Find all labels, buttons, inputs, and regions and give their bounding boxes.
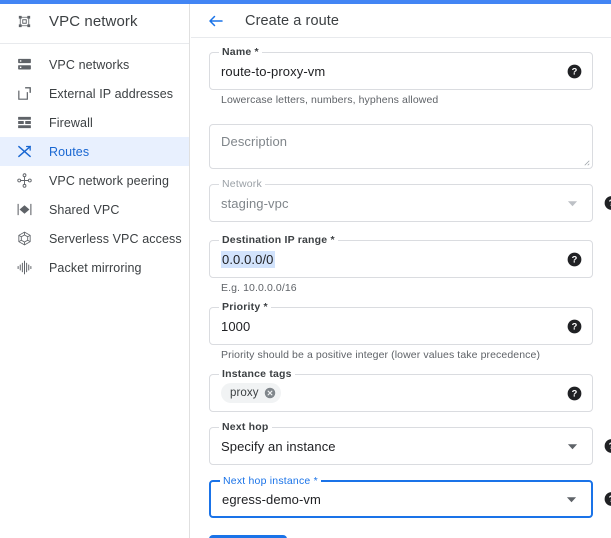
sidebar-item-label: VPC network peering (49, 174, 169, 188)
chevron-down-icon[interactable] (566, 494, 577, 505)
sidebar: VPC network VPC networks (0, 4, 190, 538)
routes-icon (16, 143, 33, 160)
main-panel: Create a route Name * route-to-proxy-vm … (191, 4, 611, 538)
priority-value: 1000 (221, 319, 567, 334)
name-value: route-to-proxy-vm (221, 64, 567, 79)
chevron-down-icon[interactable] (567, 441, 578, 452)
instance-tags-field-group: Instance tags proxy ? (209, 374, 593, 412)
peering-icon (16, 172, 33, 189)
destination-ip-range-input[interactable]: Destination IP range * 0.0.0.0/0 ? (209, 240, 593, 278)
sidebar-item-label: Firewall (49, 116, 93, 130)
packet-mirroring-icon (16, 259, 33, 276)
network-value: staging-vpc (221, 196, 567, 211)
sidebar-item-label: Routes (49, 145, 89, 159)
sidebar-item-vpc-networks[interactable]: VPC networks (0, 50, 189, 79)
page-title: Create a route (245, 13, 339, 29)
destination-ip-range-field-group: Destination IP range * 0.0.0.0/0 ? E.g. … (209, 240, 593, 294)
network-select[interactable]: Network staging-vpc (209, 184, 593, 222)
app-root: VPC network VPC networks (0, 0, 611, 538)
external-ip-icon (16, 85, 33, 102)
create-route-form: Name * route-to-proxy-vm ? Lowercase let… (191, 38, 611, 538)
next-hop-instance-select[interactable]: Next hop instance * egress-demo-vm (209, 480, 593, 518)
help-icon[interactable]: ? (567, 386, 582, 401)
sidebar-item-external-ip-addresses[interactable]: External IP addresses (0, 79, 189, 108)
main-header: Create a route (191, 4, 611, 38)
priority-input[interactable]: Priority * 1000 ? (209, 307, 593, 345)
description-placeholder: Description (221, 134, 592, 149)
next-hop-value: Specify an instance (221, 439, 567, 454)
vpc-networks-icon (16, 56, 33, 73)
close-icon[interactable] (264, 387, 276, 399)
sidebar-item-packet-mirroring[interactable]: Packet mirroring (0, 253, 189, 282)
next-hop-instance-value: egress-demo-vm (222, 492, 566, 507)
name-hint: Lowercase letters, numbers, hyphens allo… (221, 94, 593, 106)
help-icon[interactable]: ? (567, 252, 582, 267)
svg-text:?: ? (572, 388, 578, 398)
sidebar-item-label: Shared VPC (49, 203, 119, 217)
chip-label: proxy (230, 387, 259, 399)
spacer (209, 106, 593, 124)
sidebar-divider (0, 43, 189, 44)
sidebar-item-label: External IP addresses (49, 87, 173, 101)
next-hop-select[interactable]: Next hop Specify an instance (209, 427, 593, 465)
sidebar-nav-list: VPC networks External IP addresses (0, 50, 189, 282)
priority-label: Priority * (219, 301, 271, 313)
next-hop-instance-label: Next hop instance * (220, 475, 321, 487)
name-label: Name * (219, 46, 262, 58)
firewall-icon (16, 114, 33, 131)
sidebar-item-routes[interactable]: Routes (0, 137, 189, 166)
network-label: Network (219, 178, 265, 190)
network-field-group: Network staging-vpc ? (209, 184, 593, 222)
next-hop-label: Next hop (219, 421, 272, 433)
sidebar-item-firewall[interactable]: Firewall (0, 108, 189, 137)
spacer (209, 169, 593, 184)
help-icon[interactable]: ? (567, 64, 582, 79)
vpc-network-icon (16, 13, 33, 30)
sidebar-item-label: VPC networks (49, 58, 129, 72)
resize-grip-icon[interactable] (581, 157, 590, 166)
help-icon[interactable]: ? (604, 439, 611, 454)
sidebar-item-label: Serverless VPC access (49, 232, 182, 246)
next-hop-instance-field-group: Next hop instance * egress-demo-vm ? (209, 480, 593, 518)
sidebar-item-serverless-vpc-access[interactable]: Serverless VPC access (0, 224, 189, 253)
destination-ip-range-hint: E.g. 10.0.0.0/16 (221, 282, 593, 294)
sidebar-item-vpc-network-peering[interactable]: VPC network peering (0, 166, 189, 195)
priority-hint: Priority should be a positive integer (l… (221, 349, 593, 361)
description-textarea[interactable]: Description (209, 124, 593, 169)
sidebar-item-shared-vpc[interactable]: Shared VPC (0, 195, 189, 224)
sidebar-title: VPC network (49, 13, 138, 30)
priority-field-group: Priority * 1000 ? Priority should be a p… (209, 307, 593, 361)
sidebar-item-label: Packet mirroring (49, 261, 142, 275)
sidebar-header: VPC network (0, 4, 189, 38)
instance-tag-chip[interactable]: proxy (221, 383, 281, 403)
instance-tags-input[interactable]: Instance tags proxy ? (209, 374, 593, 412)
help-icon[interactable]: ? (567, 319, 582, 334)
name-field-group: Name * route-to-proxy-vm ? Lowercase let… (209, 52, 593, 106)
description-field-group: Description (209, 124, 593, 169)
name-input[interactable]: Name * route-to-proxy-vm ? (209, 52, 593, 90)
svg-text:?: ? (572, 66, 578, 76)
shared-vpc-icon (16, 201, 33, 218)
serverless-vpc-icon (16, 230, 33, 247)
back-arrow-icon[interactable] (207, 12, 225, 30)
instance-tags-label: Instance tags (219, 368, 295, 380)
chevron-down-icon[interactable] (567, 198, 578, 209)
svg-text:?: ? (572, 321, 578, 331)
help-icon[interactable]: ? (604, 492, 611, 507)
destination-ip-range-value: 0.0.0.0/0 (221, 251, 275, 268)
help-icon[interactable]: ? (604, 196, 611, 211)
svg-text:?: ? (572, 254, 578, 264)
destination-ip-range-label: Destination IP range * (219, 234, 338, 246)
next-hop-field-group: Next hop Specify an instance ? (209, 427, 593, 465)
